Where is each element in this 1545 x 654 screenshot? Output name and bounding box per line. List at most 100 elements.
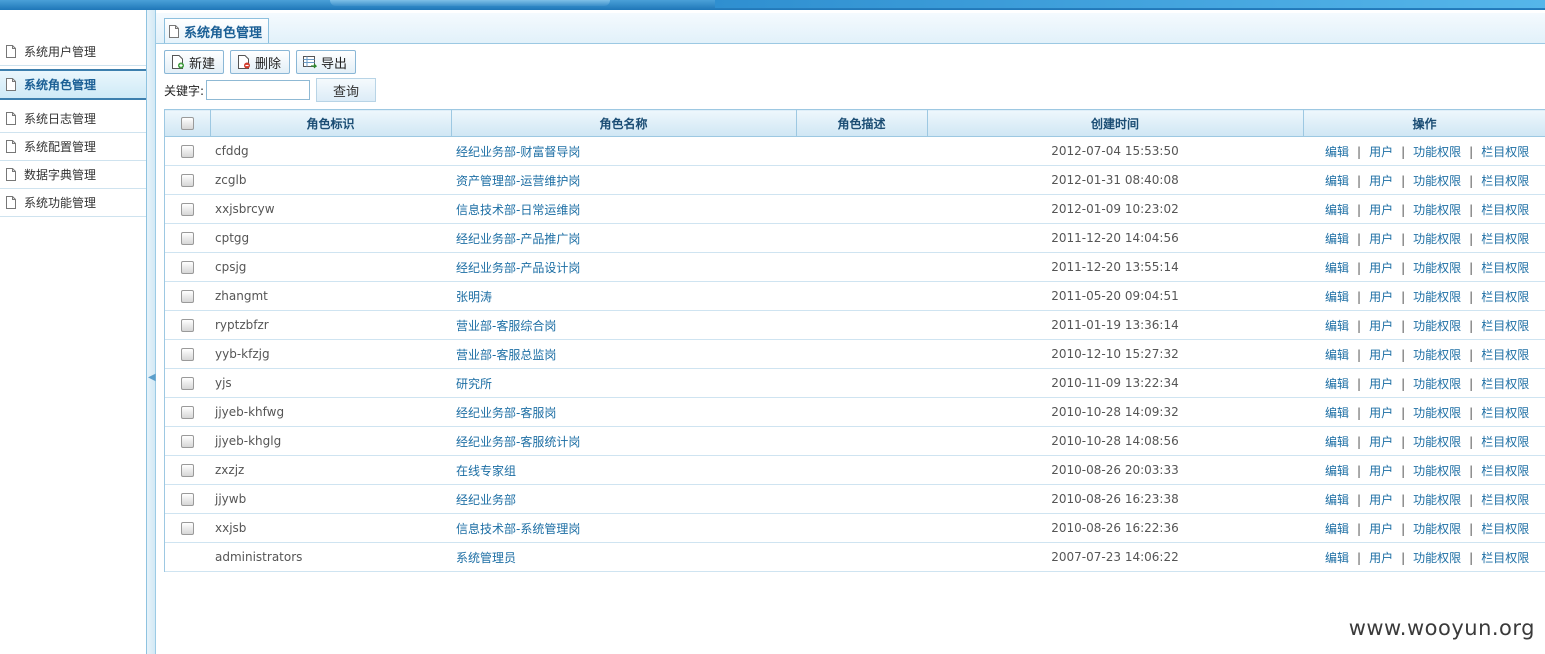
- users-link[interactable]: 用户: [1369, 203, 1393, 217]
- users-link[interactable]: 用户: [1369, 522, 1393, 536]
- role-name-link[interactable]: 营业部-客服综合岗: [451, 310, 796, 340]
- row-checkbox[interactable]: [181, 203, 194, 216]
- new-button[interactable]: 新建: [164, 50, 225, 74]
- role-name-link[interactable]: 资产管理部-运营维护岗: [451, 165, 796, 195]
- role-name-link[interactable]: 信息技术部-系统管理岗: [451, 513, 796, 543]
- column-permission-link[interactable]: 栏目权限: [1481, 290, 1529, 304]
- users-link[interactable]: 用户: [1369, 464, 1393, 478]
- role-name-link[interactable]: 经纪业务部-产品推广岗: [451, 223, 796, 253]
- column-permission-link[interactable]: 栏目权限: [1481, 261, 1529, 275]
- row-checkbox[interactable]: [181, 174, 194, 187]
- edit-link[interactable]: 编辑: [1325, 203, 1349, 217]
- role-name-link[interactable]: 系统管理员: [451, 542, 796, 572]
- column-permission-link[interactable]: 栏目权限: [1481, 203, 1529, 217]
- function-permission-link[interactable]: 功能权限: [1413, 406, 1461, 420]
- column-permission-link[interactable]: 栏目权限: [1481, 348, 1529, 362]
- users-link[interactable]: 用户: [1369, 348, 1393, 362]
- column-permission-link[interactable]: 栏目权限: [1481, 551, 1529, 565]
- users-link[interactable]: 用户: [1369, 377, 1393, 391]
- role-name-link[interactable]: 张明涛: [451, 281, 796, 311]
- row-checkbox[interactable]: [181, 493, 194, 506]
- edit-link[interactable]: 编辑: [1325, 493, 1349, 507]
- users-link[interactable]: 用户: [1369, 232, 1393, 246]
- function-permission-link[interactable]: 功能权限: [1413, 261, 1461, 275]
- users-link[interactable]: 用户: [1369, 261, 1393, 275]
- column-permission-link[interactable]: 栏目权限: [1481, 377, 1529, 391]
- edit-link[interactable]: 编辑: [1325, 145, 1349, 159]
- sidebar-item-config-management[interactable]: 系统配置管理: [0, 133, 146, 161]
- users-link[interactable]: 用户: [1369, 493, 1393, 507]
- row-checkbox[interactable]: [181, 406, 194, 419]
- function-permission-link[interactable]: 功能权限: [1413, 493, 1461, 507]
- edit-link[interactable]: 编辑: [1325, 290, 1349, 304]
- function-permission-link[interactable]: 功能权限: [1413, 377, 1461, 391]
- column-permission-link[interactable]: 栏目权限: [1481, 406, 1529, 420]
- function-permission-link[interactable]: 功能权限: [1413, 551, 1461, 565]
- role-name-link[interactable]: 营业部-客服总监岗: [451, 339, 796, 369]
- edit-link[interactable]: 编辑: [1325, 551, 1349, 565]
- delete-button[interactable]: 删除: [230, 50, 291, 74]
- role-name-link[interactable]: 在线专家组: [451, 455, 796, 485]
- users-link[interactable]: 用户: [1369, 290, 1393, 304]
- edit-link[interactable]: 编辑: [1325, 261, 1349, 275]
- edit-link[interactable]: 编辑: [1325, 319, 1349, 333]
- column-permission-link[interactable]: 栏目权限: [1481, 145, 1529, 159]
- column-permission-link[interactable]: 栏目权限: [1481, 493, 1529, 507]
- edit-link[interactable]: 编辑: [1325, 174, 1349, 188]
- keyword-input[interactable]: [206, 80, 311, 100]
- column-permission-link[interactable]: 栏目权限: [1481, 435, 1529, 449]
- users-link[interactable]: 用户: [1369, 551, 1393, 565]
- users-link[interactable]: 用户: [1369, 319, 1393, 333]
- users-link[interactable]: 用户: [1369, 435, 1393, 449]
- sidebar-item-role-management[interactable]: 系统角色管理: [0, 69, 146, 100]
- function-permission-link[interactable]: 功能权限: [1413, 145, 1461, 159]
- edit-link[interactable]: 编辑: [1325, 464, 1349, 478]
- sidebar-item-dictionary-management[interactable]: 数据字典管理: [0, 161, 146, 189]
- role-name-link[interactable]: 经纪业务部-客服统计岗: [451, 426, 796, 456]
- sidebar-collapse-handle[interactable]: ◀: [147, 10, 156, 654]
- function-permission-link[interactable]: 功能权限: [1413, 290, 1461, 304]
- function-permission-link[interactable]: 功能权限: [1413, 435, 1461, 449]
- sidebar-item-log-management[interactable]: 系统日志管理: [0, 105, 146, 133]
- edit-link[interactable]: 编辑: [1325, 406, 1349, 420]
- column-permission-link[interactable]: 栏目权限: [1481, 319, 1529, 333]
- row-checkbox[interactable]: [181, 348, 194, 361]
- role-name-link[interactable]: 信息技术部-日常运维岗: [451, 194, 796, 224]
- function-permission-link[interactable]: 功能权限: [1413, 522, 1461, 536]
- edit-link[interactable]: 编辑: [1325, 435, 1349, 449]
- row-checkbox[interactable]: [181, 145, 194, 158]
- row-checkbox[interactable]: [181, 290, 194, 303]
- role-name-link[interactable]: 经纪业务部-产品设计岗: [451, 252, 796, 282]
- role-name-link[interactable]: 研究所: [451, 368, 796, 398]
- edit-link[interactable]: 编辑: [1325, 232, 1349, 246]
- function-permission-link[interactable]: 功能权限: [1413, 464, 1461, 478]
- column-permission-link[interactable]: 栏目权限: [1481, 464, 1529, 478]
- users-link[interactable]: 用户: [1369, 406, 1393, 420]
- function-permission-link[interactable]: 功能权限: [1413, 203, 1461, 217]
- row-checkbox[interactable]: [181, 522, 194, 535]
- column-permission-link[interactable]: 栏目权限: [1481, 522, 1529, 536]
- column-permission-link[interactable]: 栏目权限: [1481, 232, 1529, 246]
- users-link[interactable]: 用户: [1369, 145, 1393, 159]
- function-permission-link[interactable]: 功能权限: [1413, 174, 1461, 188]
- sidebar-item-user-management[interactable]: 系统用户管理: [0, 38, 146, 66]
- function-permission-link[interactable]: 功能权限: [1413, 348, 1461, 362]
- role-name-link[interactable]: 经纪业务部-客服岗: [451, 397, 796, 427]
- row-checkbox[interactable]: [181, 232, 194, 245]
- row-checkbox[interactable]: [181, 435, 194, 448]
- role-name-link[interactable]: 经纪业务部-财富督导岗: [451, 136, 796, 166]
- sidebar-item-function-management[interactable]: 系统功能管理: [0, 189, 146, 217]
- users-link[interactable]: 用户: [1369, 174, 1393, 188]
- edit-link[interactable]: 编辑: [1325, 377, 1349, 391]
- edit-link[interactable]: 编辑: [1325, 348, 1349, 362]
- function-permission-link[interactable]: 功能权限: [1413, 319, 1461, 333]
- edit-link[interactable]: 编辑: [1325, 522, 1349, 536]
- function-permission-link[interactable]: 功能权限: [1413, 232, 1461, 246]
- column-permission-link[interactable]: 栏目权限: [1481, 174, 1529, 188]
- role-name-link[interactable]: 经纪业务部: [451, 484, 796, 514]
- export-button[interactable]: 导出: [296, 50, 357, 74]
- select-all-checkbox[interactable]: [180, 117, 194, 130]
- query-button[interactable]: 查询: [316, 78, 377, 102]
- row-checkbox[interactable]: [181, 319, 194, 332]
- row-checkbox[interactable]: [181, 464, 194, 477]
